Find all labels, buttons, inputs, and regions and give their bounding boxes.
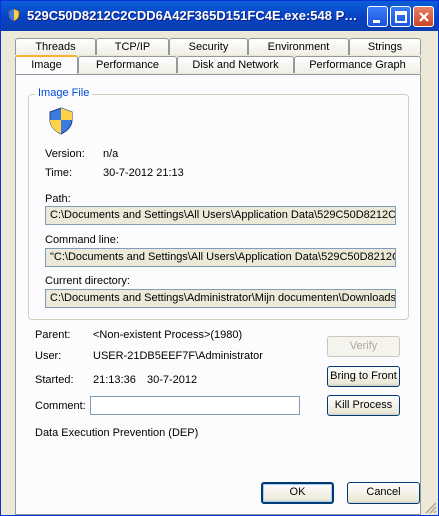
parent-label: Parent: — [35, 329, 71, 341]
user-label: User: — [35, 350, 62, 362]
tab-strings[interactable]: Strings — [349, 38, 421, 55]
close-icon — [419, 12, 429, 22]
maximize-icon — [395, 11, 407, 23]
resize-grip-icon[interactable] — [424, 501, 437, 514]
tab-tcp-ip[interactable]: TCP/IP — [96, 38, 169, 55]
app-shield-icon — [8, 8, 20, 22]
user-value: USER-21DB5EEF7F\Administrator — [93, 350, 263, 362]
command-line-field[interactable]: "C:\Documents and Settings\All Users\App… — [45, 248, 396, 267]
dep-label: Data Execution Prevention (DEP) — [35, 427, 199, 439]
path-field[interactable]: C:\Documents and Settings\All Users\Appl… — [45, 206, 396, 225]
window-title: 529C50D8212C2CDD6A42F365D151FC4E.exe:548… — [27, 8, 362, 23]
tab-image[interactable]: Image — [15, 55, 78, 74]
bring-to-front-button[interactable]: Bring to Front — [327, 366, 400, 387]
kill-process-button[interactable]: Kill Process — [327, 395, 400, 416]
tab-security[interactable]: Security — [169, 38, 248, 55]
minimize-button[interactable] — [367, 6, 388, 27]
comment-input[interactable] — [90, 396, 300, 415]
tab-environment[interactable]: Environment — [248, 38, 349, 55]
maximize-button[interactable] — [390, 6, 411, 27]
started-label: Started: — [35, 374, 74, 386]
ok-button[interactable]: OK — [261, 482, 334, 504]
path-label: Path: — [45, 193, 71, 205]
command-line-label: Command line: — [45, 234, 119, 246]
comment-label: Comment: — [35, 400, 86, 412]
close-button[interactable] — [413, 6, 434, 27]
properties-window: 529C50D8212C2CDD6A42F365D151FC4E.exe:548… — [0, 0, 439, 516]
version-label: Version: — [45, 148, 85, 160]
tab-threads[interactable]: Threads — [15, 38, 96, 55]
cancel-button[interactable]: Cancel — [347, 482, 420, 504]
time-value: 30-7-2012 21:13 — [103, 167, 184, 179]
tab-disk-and-network[interactable]: Disk and Network — [177, 56, 294, 73]
started-date: 30-7-2012 — [147, 374, 198, 386]
group-title: Image File — [35, 87, 93, 99]
verify-button[interactable]: Verify — [327, 336, 400, 357]
time-label: Time: — [45, 167, 73, 179]
title-bar[interactable]: 529C50D8212C2CDD6A42F365D151FC4E.exe:548… — [1, 1, 438, 31]
minimize-icon — [373, 20, 380, 23]
version-value: n/a — [103, 148, 119, 160]
current-directory-label: Current directory: — [45, 275, 130, 287]
tab-performance-graph[interactable]: Performance Graph — [294, 56, 421, 73]
tab-performance[interactable]: Performance — [78, 56, 177, 73]
uac-shield-icon — [49, 107, 73, 135]
parent-value: <Non-existent Process>(1980) — [93, 329, 243, 341]
started-time: 21:13:36 — [93, 374, 136, 386]
current-directory-field[interactable]: C:\Documents and Settings\Administrator\… — [45, 289, 396, 308]
